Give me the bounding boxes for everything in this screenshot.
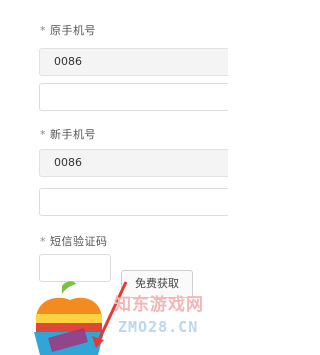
new-phone-country-code[interactable]: 0086 <box>39 149 228 177</box>
old-phone-country-code-value: 0086 <box>54 55 82 68</box>
required-mark: * <box>40 128 46 141</box>
required-mark: * <box>40 24 46 37</box>
stripe-red <box>36 323 102 332</box>
old-phone-label-text: 原手机号 <box>50 24 96 37</box>
change-phone-form: * 原手机号 0086 * 新手机号 0086 * 短信验证码 免费获取 知东游戏网 … <box>0 0 228 355</box>
leaf-shape <box>62 281 76 294</box>
watermark-site-url: ZMO28.CN <box>118 318 199 336</box>
new-phone-label-text: 新手机号 <box>50 128 96 141</box>
required-mark: * <box>40 235 46 248</box>
old-phone-input[interactable] <box>39 83 228 111</box>
stripe-yellow <box>36 314 102 323</box>
new-phone-label: * 新手机号 <box>40 126 96 142</box>
sms-code-label: * 短信验证码 <box>40 233 108 249</box>
old-phone-country-code[interactable]: 0086 <box>39 48 228 76</box>
old-phone-label: * 原手机号 <box>40 22 96 38</box>
watermark-site-name: 知东游戏网 <box>114 295 204 315</box>
new-phone-input[interactable] <box>39 188 228 216</box>
sms-code-input[interactable] <box>39 254 111 282</box>
sms-code-label-text: 短信验证码 <box>50 235 108 248</box>
new-phone-country-code-value: 0086 <box>54 156 82 169</box>
